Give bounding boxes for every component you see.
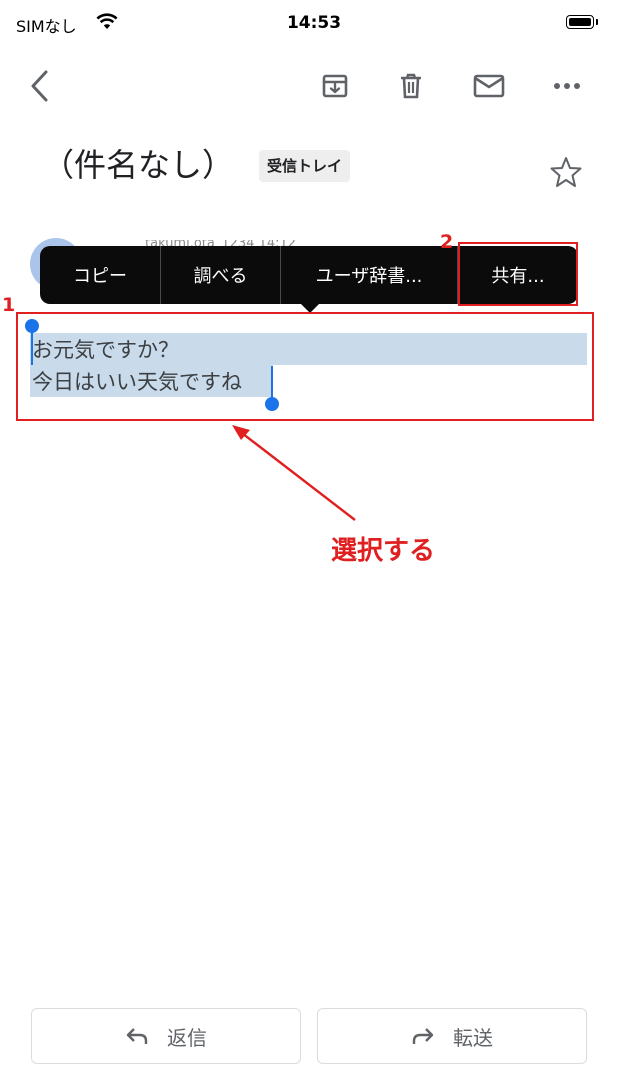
- annotation-arrow-icon: [232, 425, 356, 521]
- forward-label: 転送: [453, 1025, 493, 1050]
- annotation-box-1: [16, 312, 594, 421]
- status-bar: SIMなし 14:53: [0, 0, 628, 48]
- mail-icon[interactable]: [469, 66, 509, 106]
- status-time: 14:53: [286, 13, 342, 33]
- annotation-box-2: [458, 242, 578, 306]
- back-arrow-icon[interactable]: [20, 66, 60, 106]
- lookup-menu-item[interactable]: 調べる: [161, 246, 280, 304]
- annotation-number-1: 1: [2, 294, 16, 316]
- inbox-label-chip[interactable]: 受信トレイ: [259, 150, 351, 182]
- email-subject: （件名なし）: [42, 146, 235, 184]
- reply-button[interactable]: 返信: [31, 1008, 301, 1064]
- battery-icon: [566, 15, 594, 29]
- annotation-number-2: 2: [440, 231, 454, 253]
- reply-label: 返信: [167, 1025, 207, 1050]
- star-icon[interactable]: [548, 154, 584, 194]
- user-dictionary-menu-item[interactable]: ユーザ辞書...: [281, 246, 457, 304]
- copy-menu-item[interactable]: コピー: [40, 246, 160, 304]
- delete-icon[interactable]: [391, 66, 431, 106]
- forward-arrow-icon: [412, 1028, 434, 1044]
- forward-button[interactable]: 転送: [317, 1008, 587, 1064]
- reply-arrow-icon: [126, 1028, 148, 1044]
- battery-tip: [596, 19, 598, 25]
- annotation-select-label: 選択する: [331, 536, 436, 566]
- more-options-icon[interactable]: [547, 66, 587, 106]
- archive-icon[interactable]: [315, 66, 355, 106]
